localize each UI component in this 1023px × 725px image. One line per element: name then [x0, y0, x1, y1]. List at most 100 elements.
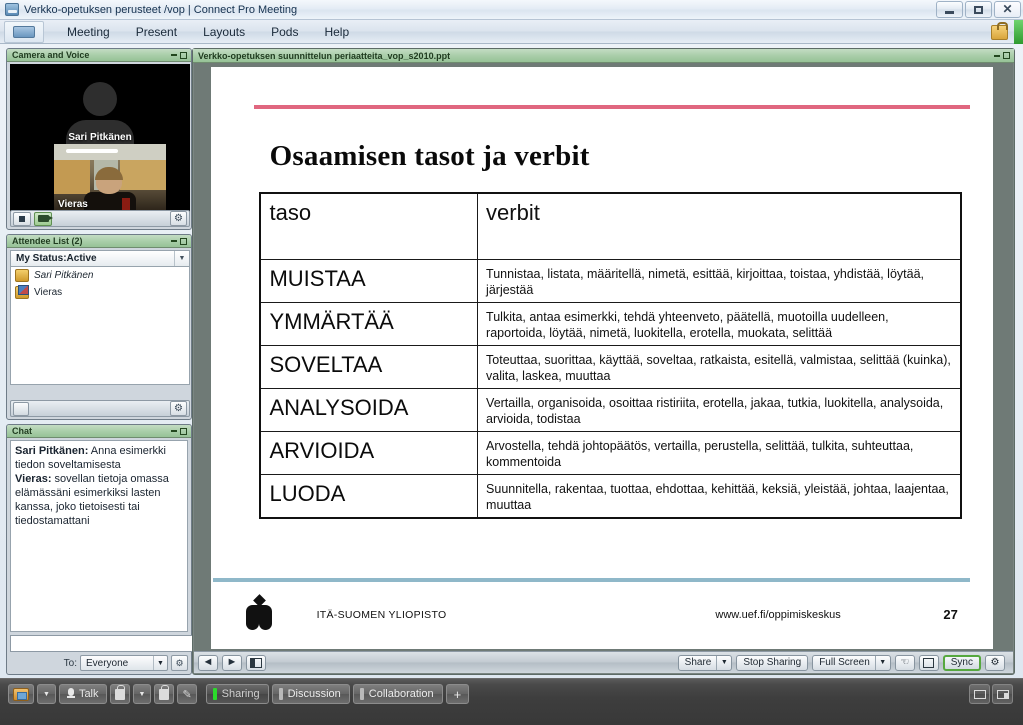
maximize-button[interactable] — [965, 1, 992, 18]
list-item[interactable]: Vieras — [11, 284, 189, 301]
camera-pod-title: Camera and Voice — [12, 50, 90, 60]
chat-input-row: ↵ — [10, 634, 207, 652]
table-cell-level: ARVIOIDA — [259, 430, 479, 475]
table-row: SOVELTAA Toteuttaa, suorittaa, käyttää, … — [259, 344, 962, 389]
camera-pod-toolbar: ⚙ — [10, 210, 190, 227]
attendee-action-button[interactable] — [13, 401, 29, 416]
chevron-down-icon[interactable]: ▼ — [716, 655, 731, 670]
minimize-button[interactable] — [936, 1, 963, 18]
chat-message-sender: Sari Pitkänen: — [15, 445, 89, 457]
camera-thumb-participant-name: Vieras — [58, 199, 88, 210]
add-layout-label: + — [453, 686, 462, 702]
left-pod-column: Camera and Voice Sari Pitkänen Vieras ⚙ … — [6, 48, 207, 675]
slide-footer-url: www.uef.fi/oppimiskeskus — [715, 608, 841, 621]
camera-pod-minimize-icon[interactable] — [171, 54, 177, 56]
chat-recipient-select[interactable]: Everyone ▼ — [80, 655, 168, 671]
next-slide-button[interactable]: ► — [222, 654, 242, 671]
camera-share-icon[interactable] — [8, 684, 34, 704]
pen-icon[interactable]: ✎ — [177, 684, 197, 704]
attendee-pod-minimize-icon[interactable] — [171, 240, 177, 242]
table-cell-level: YMMÄRTÄÄ — [259, 301, 479, 346]
webcam-icon[interactable] — [34, 211, 53, 226]
table-cell-verbs: Toteuttaa, suorittaa, käyttää, soveltaa,… — [477, 344, 962, 389]
connect-pro-meeting-window: Verkko-opetuksen perusteet /vop | Connec… — [0, 0, 1023, 725]
share-pod-maximize-icon[interactable] — [1003, 52, 1010, 59]
chat-pod-controls[interactable] — [171, 427, 187, 435]
screen-icon[interactable] — [969, 684, 990, 704]
layout-tabs: Sharing Discussion Collaboration + — [205, 684, 470, 704]
layout-tab-discussion[interactable]: Discussion — [271, 684, 350, 704]
slide-footer: ITÄ-SUOMEN YLIOPISTO www.uef.fi/oppimisk… — [211, 588, 993, 635]
chat-recipient-value: Everyone — [86, 657, 129, 669]
table-cell-verbs: Suunnitella, rakentaa, tuottaa, ehdottaa… — [477, 473, 962, 519]
chat-pod-maximize-icon[interactable] — [180, 427, 187, 435]
chevron-down-icon[interactable]: ▼ — [174, 251, 189, 266]
camera-pod-controls[interactable] — [171, 51, 187, 59]
chat-gear-icon[interactable]: ⚙ — [171, 655, 188, 671]
share-button[interactable]: Share ▼ — [677, 654, 733, 671]
share-pod-controls[interactable] — [994, 52, 1010, 59]
share-pod-header: Verkko-opetuksen suunnittelun periaattei… — [193, 49, 1014, 63]
slide-footer-org: ITÄ-SUOMEN YLIOPISTO — [316, 608, 447, 621]
lock-icon-2[interactable] — [154, 684, 175, 704]
app-logo-icon — [4, 20, 44, 43]
attendee-list[interactable]: Sari Pitkänen Vieras — [10, 267, 190, 385]
secure-lock-icon[interactable] — [991, 21, 1008, 40]
attendee-list-pod: Attendee List (2) My Status:Active ▼ Sar… — [6, 234, 192, 420]
menu-item-help[interactable]: Help — [311, 22, 362, 42]
full-screen-button[interactable]: Full Screen ▼ — [812, 654, 891, 671]
chat-message-list[interactable]: Sari Pitkänen: Anna esimerkki tiedon sov… — [10, 440, 188, 632]
camera-video-area[interactable]: Sari Pitkänen Vieras — [10, 64, 190, 212]
share-pod-minimize-icon[interactable] — [994, 54, 1000, 57]
close-button[interactable]: ✕ — [994, 1, 1021, 18]
layout-tab-label: Discussion — [287, 688, 341, 700]
pointer-icon[interactable]: ☜ — [894, 654, 915, 671]
notes-icon[interactable] — [992, 684, 1013, 704]
chat-pod: Chat Sari Pitkänen: Anna esimerkki tiedo… — [6, 424, 207, 675]
chevron-down-icon[interactable]: ▼ — [153, 656, 167, 670]
table-row: ARVIOIDA Arvostella, tehdä johtopäätös, … — [259, 430, 962, 475]
slide-layout-icon[interactable] — [246, 654, 266, 671]
table-row: LUODA Suunnitella, rakentaa, tuottaa, eh… — [259, 473, 962, 519]
table-cell-verbs: Vertailla, organisoida, osoittaa ristiri… — [477, 387, 962, 432]
table-header-level: taso — [259, 192, 479, 260]
list-item[interactable]: Sari Pitkänen — [11, 267, 189, 284]
chat-pod-minimize-icon[interactable] — [171, 430, 177, 432]
stop-square-icon[interactable] — [13, 211, 31, 226]
chat-to-label: To: — [63, 657, 77, 669]
camera-gear-icon[interactable]: ⚙ — [170, 211, 187, 226]
my-status-label: My Status:Active — [16, 253, 97, 264]
menu-item-meeting[interactable]: Meeting — [54, 22, 123, 42]
previous-slide-button[interactable]: ◄ — [198, 654, 218, 671]
slide-viewport[interactable]: Osaamisen tasot ja verbit taso verbit MU… — [194, 63, 1013, 651]
talk-dropdown-button[interactable]: ▼ — [132, 684, 152, 704]
camera-pod-maximize-icon[interactable] — [180, 51, 187, 59]
talk-button[interactable]: Talk — [58, 684, 107, 704]
sync-button[interactable]: Sync — [942, 654, 981, 671]
layout-tab-label: Sharing — [221, 688, 260, 700]
share-pod: Verkko-opetuksen suunnittelun periaattei… — [192, 48, 1015, 675]
attendee-pod-controls[interactable] — [171, 237, 187, 245]
attendee-pod-maximize-icon[interactable] — [180, 237, 187, 245]
chevron-down-icon[interactable]: ▼ — [874, 655, 890, 670]
table-cell-verbs: Arvostella, tehdä johtopäätös, vertailla… — [477, 430, 962, 475]
app-bar-controls: ▼ Talk ▼ ✎ Sharing Discussion Collaborat… — [8, 684, 470, 704]
tab-indicator — [359, 688, 364, 700]
layout-tab-collaboration[interactable]: Collaboration — [352, 684, 443, 704]
camera-dropdown-button[interactable]: ▼ — [37, 684, 56, 704]
my-status-selector[interactable]: My Status:Active ▼ — [10, 250, 190, 267]
stop-sharing-button[interactable]: Stop Sharing — [736, 654, 809, 671]
menu-item-pods[interactable]: Pods — [258, 22, 311, 42]
attendee-gear-icon[interactable]: ⚙ — [170, 401, 187, 416]
table-cell-level: SOVELTAA — [259, 344, 479, 389]
chat-input[interactable] — [10, 634, 193, 652]
lock-icon[interactable] — [109, 684, 130, 704]
menu-item-layouts[interactable]: Layouts — [190, 22, 258, 42]
share-gear-icon[interactable]: ⚙ — [985, 654, 1005, 671]
menu-item-present[interactable]: Present — [123, 22, 190, 42]
draw-icon[interactable] — [918, 654, 939, 671]
camera-and-voice-pod: Camera and Voice Sari Pitkänen Vieras ⚙ — [6, 48, 192, 230]
add-layout-button[interactable]: + — [445, 684, 470, 704]
layout-tab-sharing[interactable]: Sharing — [205, 684, 269, 704]
menu-bar-right — [991, 20, 1023, 44]
